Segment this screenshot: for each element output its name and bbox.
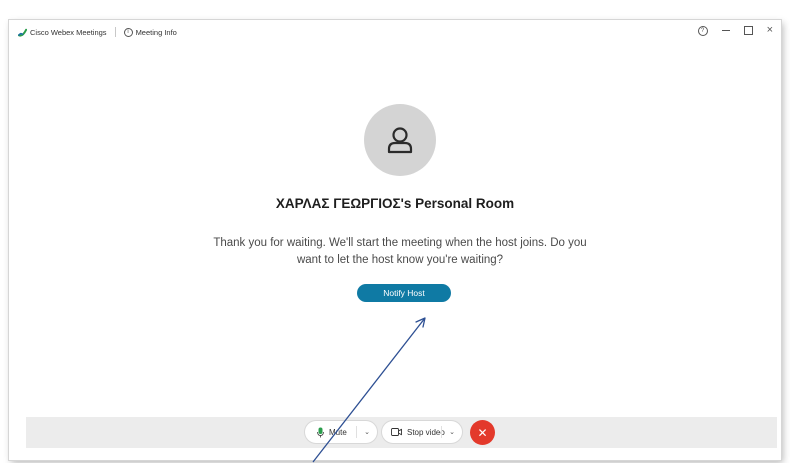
avatar xyxy=(364,104,436,176)
notify-host-button[interactable]: Notify Host xyxy=(357,284,451,302)
waiting-message: Thank you for waiting. We'll start the m… xyxy=(213,237,587,266)
webex-logo-icon xyxy=(18,28,27,37)
title-separator xyxy=(114,27,116,37)
mute-label: Mute xyxy=(329,427,347,437)
chevron-down-icon[interactable]: ⌄ xyxy=(364,428,370,436)
mute-button[interactable]: Mute ⌄ xyxy=(305,421,377,443)
close-icon: ✕ xyxy=(477,425,488,440)
meeting-info-label: Meeting Info xyxy=(135,27,177,37)
info-icon: i xyxy=(123,27,133,37)
window-controls: ? × xyxy=(697,25,773,36)
room-title: ΧΑΡΛΑΣ ΓΕΩΡΓΙΟΣ's Personal Room xyxy=(275,196,515,211)
stop-video-button[interactable]: Stop video ⌄ xyxy=(382,421,462,443)
webex-window: Cisco Webex Meetings i Meeting Info ? × … xyxy=(9,20,781,460)
end-meeting-button[interactable]: ✕ xyxy=(470,420,495,445)
video-divider xyxy=(441,426,442,438)
app-name: Cisco Webex Meetings xyxy=(30,27,107,37)
close-window-icon[interactable]: × xyxy=(767,25,773,36)
app-title: Cisco Webex Meetings xyxy=(18,28,107,37)
meeting-control-bar: Mute ⌄ Stop video ⌄ ✕ xyxy=(26,417,777,448)
help-icon[interactable]: ? xyxy=(697,25,708,36)
video-camera-icon xyxy=(391,428,402,436)
microphone-icon xyxy=(317,427,324,438)
maximize-icon[interactable] xyxy=(743,26,753,35)
chevron-down-icon[interactable]: ⌄ xyxy=(449,428,455,436)
minimize-icon[interactable] xyxy=(721,30,730,31)
mute-divider xyxy=(356,426,357,438)
title-bar: Cisco Webex Meetings i Meeting Info ? × xyxy=(9,20,781,44)
meeting-info-button[interactable]: i Meeting Info xyxy=(123,27,177,37)
person-icon xyxy=(387,127,413,154)
stop-video-label: Stop video xyxy=(407,427,445,437)
